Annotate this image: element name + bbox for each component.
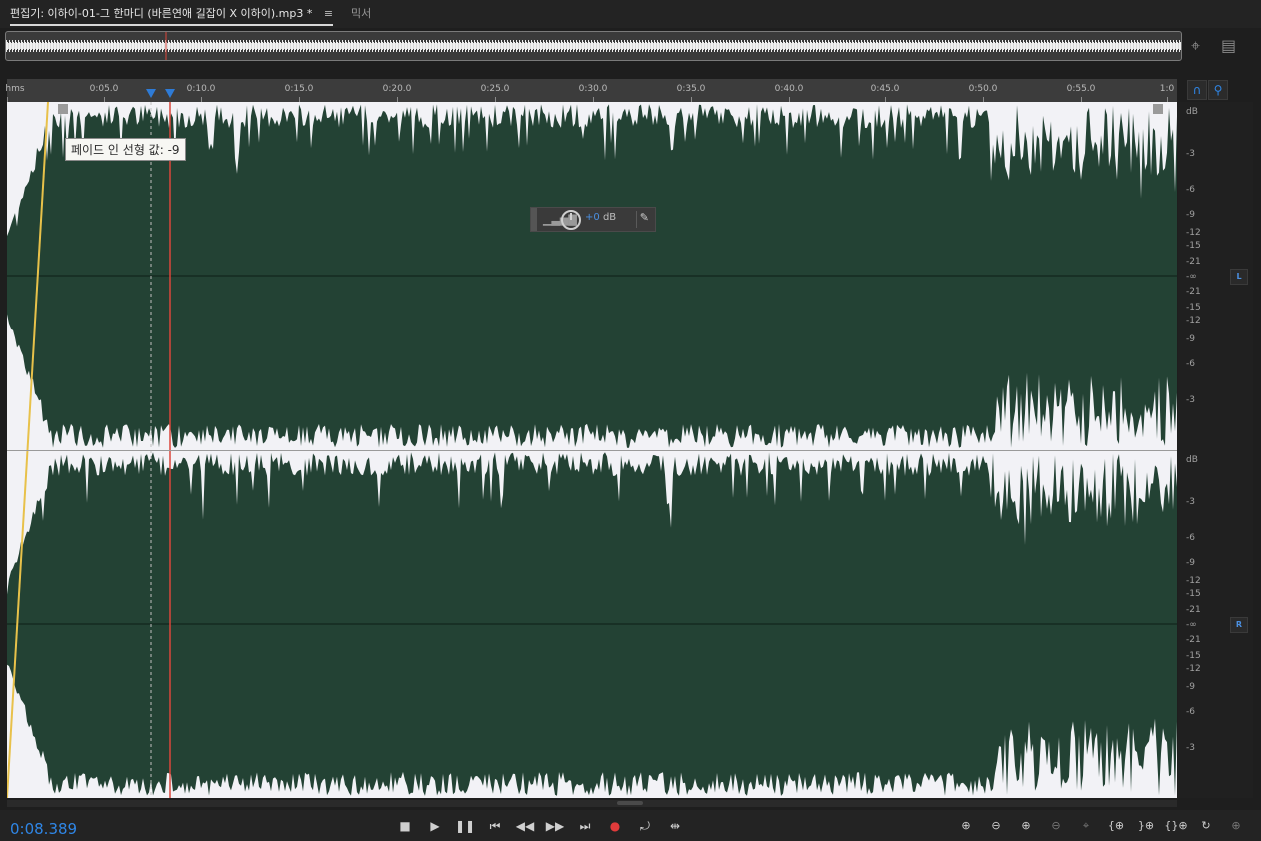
zoom-crosshair-icon[interactable]: ⌖ bbox=[1191, 36, 1200, 56]
db-unit-top: dB bbox=[1186, 107, 1198, 117]
db-tick-label: -15 bbox=[1186, 651, 1201, 661]
time-ruler[interactable]: hms 0:05.0 0:10.0 0:15.0 0:20.0 0:25.0 0:30.0 0… bbox=[5, 79, 1177, 102]
db-tick-label: -15 bbox=[1186, 589, 1201, 599]
fade-in-tooltip: 페이드 인 선형 값: -9 bbox=[65, 138, 186, 161]
tab-menu-icon[interactable]: ≡ bbox=[324, 7, 333, 20]
panel-layout-icon[interactable]: ▤ bbox=[1221, 36, 1236, 55]
ruler-label: hms bbox=[5, 84, 25, 94]
ruler-label: 0:15.0 bbox=[284, 84, 314, 94]
db-tick-label: -3 bbox=[1186, 149, 1195, 159]
record-button[interactable]: ● bbox=[604, 816, 626, 836]
tab-mixer[interactable]: 믹서 bbox=[351, 5, 371, 21]
stop-button[interactable]: ■ bbox=[394, 816, 416, 836]
pin-marker-icon[interactable]: ⚲ bbox=[1208, 80, 1228, 100]
channel-left-badge[interactable]: L bbox=[1230, 269, 1248, 285]
db-tick-label: -3 bbox=[1186, 743, 1195, 753]
db-tick-label: -15 bbox=[1186, 241, 1201, 251]
db-tick-label: -∞ bbox=[1186, 272, 1197, 282]
channel-right-badge[interactable]: R bbox=[1230, 617, 1248, 633]
volume-knob[interactable] bbox=[561, 210, 581, 230]
ruler-label: 0:55.0 bbox=[1066, 84, 1096, 94]
db-scale: dB -3 -6 -9 -12 -15 -21 -∞ -21 -15 -12 -9 -6 -3 L dB… bbox=[1178, 102, 1253, 798]
db-tick-label: -6 bbox=[1186, 359, 1195, 369]
rewind-button[interactable]: ◀◀ bbox=[514, 816, 536, 836]
fade-in-handle[interactable] bbox=[58, 104, 68, 114]
hud-divider bbox=[636, 211, 637, 228]
zoom-out-amplitude-button[interactable]: ⊖ bbox=[984, 816, 1008, 836]
fast-forward-button[interactable]: ▶▶ bbox=[544, 816, 566, 836]
zoom-out-time-button[interactable]: ⊖ bbox=[1044, 816, 1068, 836]
db-tick-label: -12 bbox=[1186, 316, 1201, 326]
ruler-label: 0:50.0 bbox=[968, 84, 998, 94]
db-unit-bottom: dB bbox=[1186, 455, 1198, 465]
loop-button[interactable]: ⤾ bbox=[634, 816, 656, 836]
zoom-in-time-button[interactable]: ⊕ bbox=[1014, 816, 1038, 836]
fade-out-handle[interactable] bbox=[1153, 104, 1163, 114]
go-to-end-button[interactable]: ⏭ bbox=[574, 816, 596, 836]
db-tick-label: -9 bbox=[1186, 682, 1195, 692]
pause-button[interactable]: ❚❚ bbox=[454, 816, 476, 836]
db-tick-label: -21 bbox=[1186, 287, 1201, 297]
hud-grip[interactable] bbox=[531, 208, 537, 231]
zoom-in-amplitude-button[interactable]: ⊕ bbox=[954, 816, 978, 836]
ruler-label: 0:35.0 bbox=[676, 84, 706, 94]
db-tick-label: -3 bbox=[1186, 395, 1195, 405]
marker-in[interactable] bbox=[146, 89, 156, 98]
db-tick-label: -∞ bbox=[1186, 620, 1197, 630]
ruler-label: 0:10.0 bbox=[186, 84, 216, 94]
headphones-icon[interactable]: ∩ bbox=[1187, 80, 1207, 100]
zoom-selection-button[interactable]: {}⊕ bbox=[1164, 816, 1188, 836]
zoom-in-left-button[interactable]: {⊕ bbox=[1104, 816, 1128, 836]
ruler-label: 0:20.0 bbox=[382, 84, 412, 94]
scroll-grip[interactable] bbox=[617, 801, 643, 805]
volume-hud[interactable]: ▁▃▅▇ +0 dB ✎ bbox=[530, 207, 656, 232]
ruler-label: 0:05.0 bbox=[89, 84, 119, 94]
ruler-label: 0:45.0 bbox=[870, 84, 900, 94]
playhead-marker[interactable] bbox=[165, 89, 175, 98]
db-tick-label: -12 bbox=[1186, 228, 1201, 238]
pin-icon[interactable]: ✎ bbox=[640, 211, 649, 224]
db-tick-label: -6 bbox=[1186, 185, 1195, 195]
overview-waveform[interactable] bbox=[5, 31, 1182, 61]
db-tick-label: -12 bbox=[1186, 576, 1201, 586]
db-tick-label: -9 bbox=[1186, 210, 1195, 220]
play-button[interactable]: ▶ bbox=[424, 816, 446, 836]
transport-bar: 0:08.389 ■ ▶ ❚❚ ⏮ ◀◀ ▶▶ ⏭ ● ⤾ ⇹ ⊕ ⊖ ⊕ ⊖ … bbox=[0, 810, 1261, 841]
skip-selection-button[interactable]: ⇹ bbox=[664, 816, 686, 836]
db-tick-label: -9 bbox=[1186, 334, 1195, 344]
db-tick-label: -12 bbox=[1186, 664, 1201, 674]
zoom-out-full-button[interactable]: ⌖ bbox=[1074, 816, 1098, 836]
tab-editor[interactable]: 편집기: 이하이-01-그 한마디 (바른연애 길잡이 X 이하이).mp3 *… bbox=[10, 5, 334, 26]
db-tick-label: -3 bbox=[1186, 497, 1195, 507]
zoom-in-right-button[interactable]: }⊕ bbox=[1134, 816, 1158, 836]
channel-divider bbox=[7, 450, 1177, 451]
db-tick-label: -6 bbox=[1186, 533, 1195, 543]
go-to-start-button[interactable]: ⏮ bbox=[484, 816, 506, 836]
zoom-tracks-button[interactable]: ⊕ bbox=[1224, 816, 1248, 836]
hud-value: +0 bbox=[585, 212, 600, 223]
tab-editor-label: 편집기: 이하이-01-그 한마디 (바른연애 길잡이 X 이하이).mp3 * bbox=[10, 7, 313, 20]
ruler-label: 0:25.0 bbox=[480, 84, 510, 94]
db-tick-label: -15 bbox=[1186, 303, 1201, 313]
db-tick-label: -6 bbox=[1186, 707, 1195, 717]
db-tick-label: -21 bbox=[1186, 605, 1201, 615]
ruler-label: 1:0 bbox=[1159, 84, 1175, 94]
hud-unit: dB bbox=[602, 212, 617, 223]
ruler-label: 0:30.0 bbox=[578, 84, 608, 94]
db-tick-label: -9 bbox=[1186, 558, 1195, 568]
hud-volume-value: +0 dB bbox=[585, 212, 616, 223]
tab-bar: 편집기: 이하이-01-그 한마디 (바른연애 길잡이 X 이하이).mp3 *… bbox=[0, 0, 1261, 28]
horizontal-scrollbar[interactable] bbox=[7, 800, 1177, 807]
zoom-reset-button[interactable]: ↻ bbox=[1194, 816, 1218, 836]
db-tick-label: -21 bbox=[1186, 257, 1201, 267]
db-tick-label: -21 bbox=[1186, 635, 1201, 645]
current-time: 0:08.389 bbox=[10, 820, 78, 838]
ruler-label: 0:40.0 bbox=[774, 84, 804, 94]
